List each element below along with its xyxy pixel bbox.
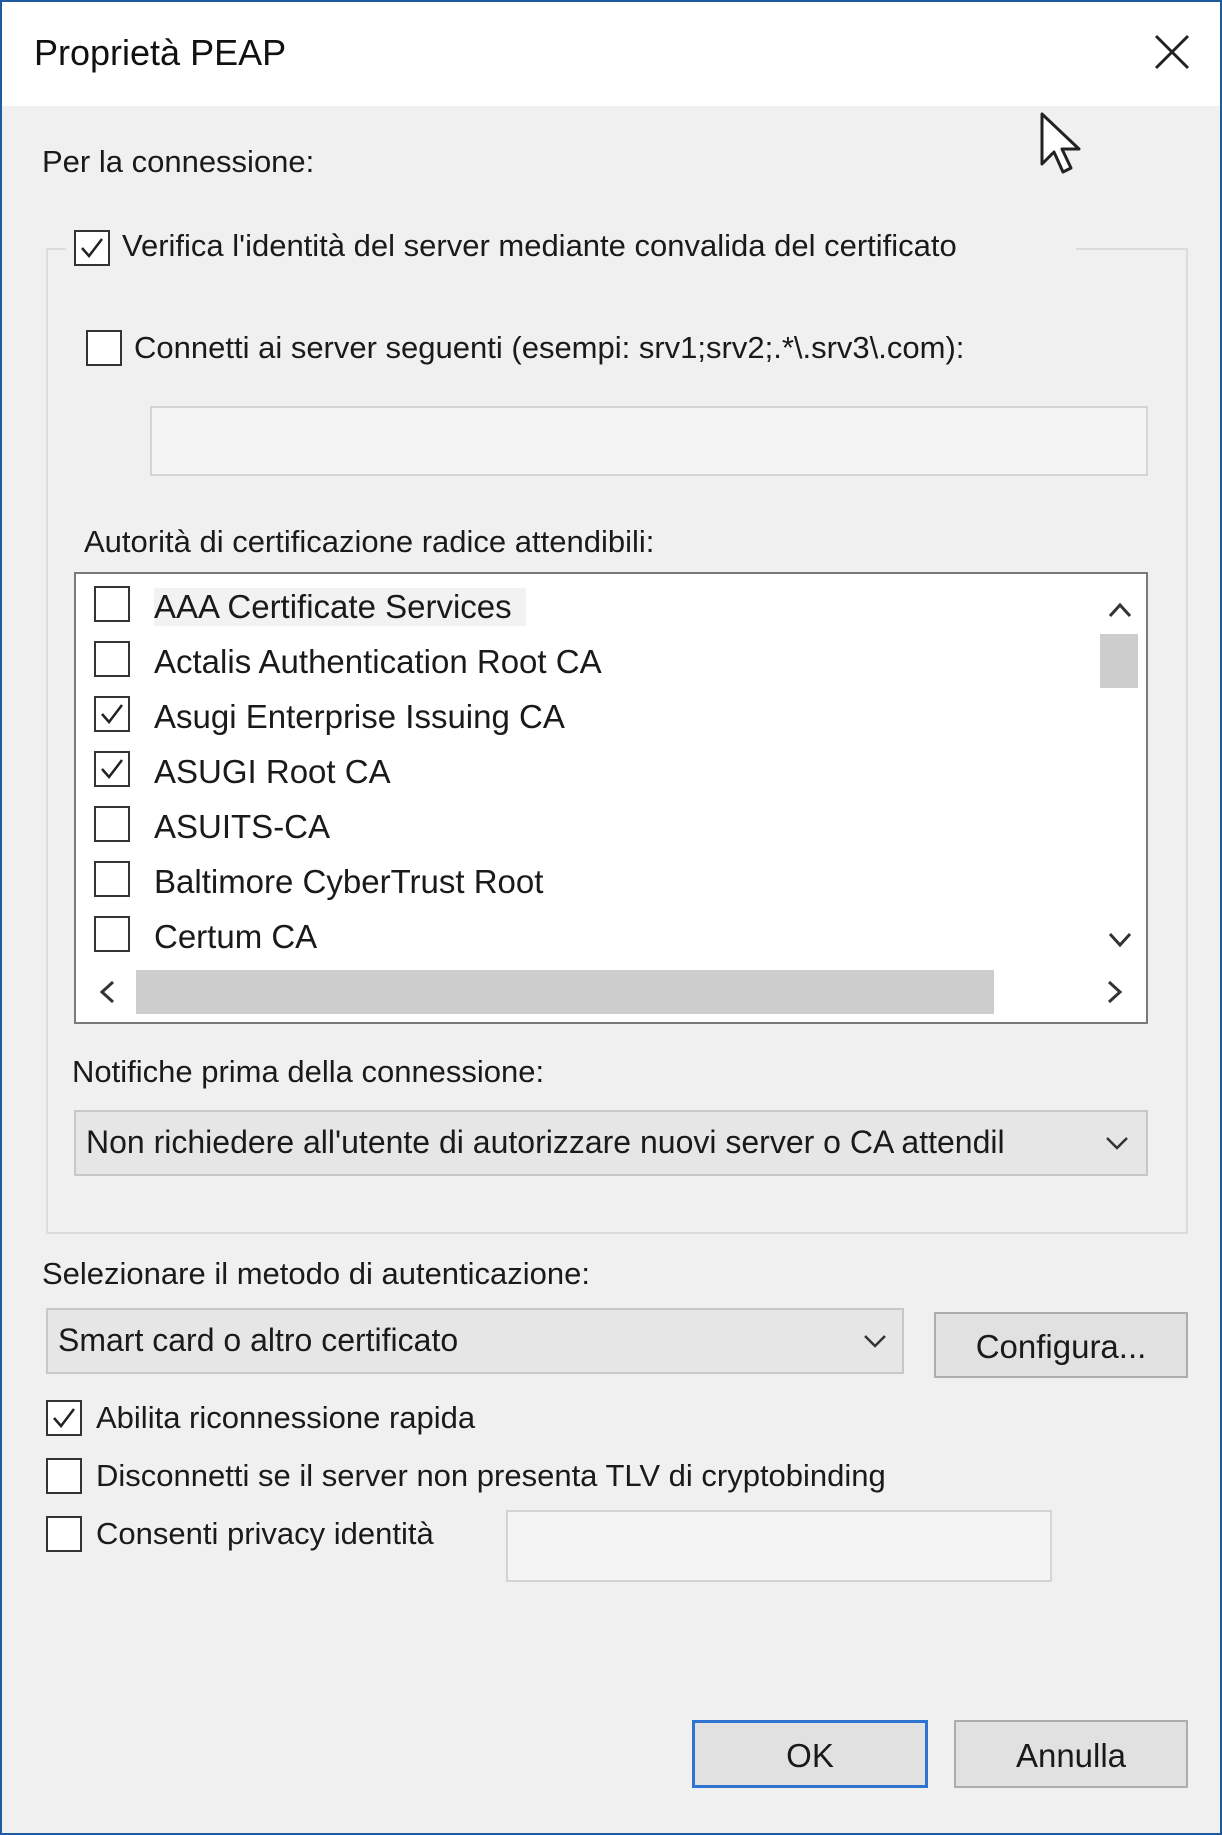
scroll-down-button[interactable]	[1100, 920, 1140, 960]
scroll-right-button[interactable]	[1094, 972, 1134, 1012]
connect-servers-checkbox[interactable]	[86, 330, 122, 366]
verify-server-checkbox[interactable]	[74, 230, 110, 266]
title-bar: Proprietà PEAP	[2, 2, 1220, 106]
root-ca-checkbox[interactable]	[94, 916, 130, 952]
fast-reconnect-label: Abilita riconnessione rapida	[96, 1400, 476, 1435]
scroll-up-button[interactable]	[1100, 590, 1140, 630]
chevron-down-icon	[1108, 932, 1132, 948]
verify-server-option[interactable]: Verifica l'identità del server mediante …	[66, 224, 1076, 270]
close-button[interactable]	[1140, 20, 1204, 84]
checkmark-icon	[53, 1408, 75, 1428]
checkmark-icon	[101, 759, 123, 779]
root-ca-checkbox[interactable]	[94, 751, 130, 787]
cryptobinding-option[interactable]: Disconnetti se il server non presenta TL…	[44, 1456, 1024, 1500]
notifications-heading: Notifiche prima della connessione:	[72, 1054, 545, 1089]
cancel-button[interactable]: Annulla	[954, 1720, 1188, 1788]
servers-input[interactable]	[150, 406, 1148, 476]
checkmark-icon	[81, 238, 103, 258]
root-ca-item[interactable]: Baltimore CyberTrust Root	[90, 855, 1090, 905]
identity-privacy-input[interactable]	[506, 1510, 1052, 1582]
horizontal-scroll-thumb[interactable]	[136, 970, 994, 1014]
configure-button-label: Configura...	[975, 1328, 1147, 1365]
chevron-left-icon	[99, 980, 115, 1004]
root-ca-item[interactable]: Certum CA	[90, 910, 1090, 960]
notifications-dropdown[interactable]: Non richiedere all'utente di autorizzare…	[74, 1110, 1148, 1176]
checkmark-icon	[101, 704, 123, 724]
notifications-selected-value: Non richiedere all'utente di autorizzare…	[86, 1124, 1005, 1160]
root-ca-item[interactable]: Actalis Authentication Root CA	[90, 635, 1090, 685]
mouse-pointer-icon	[1040, 112, 1081, 174]
root-ca-item[interactable]: Asugi Enterprise Issuing CA	[90, 690, 1090, 740]
chevron-down-icon	[1106, 1137, 1128, 1150]
identity-privacy-label: Consenti privacy identità	[96, 1516, 434, 1551]
chevron-down-icon	[864, 1335, 886, 1348]
identity-privacy-option[interactable]: Consenti privacy identità	[44, 1514, 484, 1558]
connect-servers-option[interactable]: Connetti ai server seguenti (esempi: srv…	[82, 328, 1122, 372]
fast-reconnect-option[interactable]: Abilita riconnessione rapida	[44, 1398, 644, 1442]
chevron-up-icon	[1108, 602, 1132, 618]
root-ca-name: AAA Certificate Services	[154, 588, 526, 626]
vertical-scroll-thumb[interactable]	[1100, 634, 1138, 688]
root-ca-checkbox[interactable]	[94, 586, 130, 622]
identity-privacy-checkbox[interactable]	[46, 1516, 82, 1552]
peap-properties-dialog: Proprietà PEAP Per la connessione: Verif…	[0, 0, 1222, 1835]
cryptobinding-checkbox[interactable]	[46, 1458, 82, 1494]
verify-server-label: Verifica l'identità del server mediante …	[122, 228, 957, 263]
root-ca-name: Certum CA	[154, 918, 318, 955]
root-ca-item[interactable]: AAA Certificate Services	[90, 580, 1090, 630]
root-ca-item[interactable]: ASUGI Root CA	[90, 745, 1090, 795]
auth-method-heading: Selezionare il metodo di autenticazione:	[42, 1256, 591, 1291]
scroll-left-button[interactable]	[88, 972, 128, 1012]
connect-servers-label: Connetti ai server seguenti (esempi: srv…	[134, 330, 965, 365]
window-title: Proprietà PEAP	[34, 32, 287, 73]
vertical-scrollbar[interactable]	[1092, 574, 1146, 964]
root-ca-item[interactable]: ASUITS-CA	[90, 800, 1090, 850]
close-icon	[1154, 34, 1190, 70]
ok-button[interactable]: OK	[692, 1720, 928, 1788]
root-ca-list[interactable]: AAA Certificate Services Actalis Authenti…	[74, 572, 1148, 1024]
auth-method-selected-value: Smart card o altro certificato	[58, 1322, 459, 1358]
horizontal-scrollbar[interactable]	[76, 964, 1146, 1022]
root-ca-checkbox[interactable]	[94, 861, 130, 897]
chevron-right-icon	[1107, 980, 1123, 1004]
root-ca-name: Baltimore CyberTrust Root	[154, 863, 544, 900]
root-ca-name: Actalis Authentication Root CA	[154, 643, 602, 680]
root-ca-checkbox[interactable]	[94, 641, 130, 677]
root-ca-heading: Autorità di certificazione radice attend…	[84, 524, 655, 559]
configure-button[interactable]: Configura...	[934, 1312, 1188, 1378]
cancel-button-label: Annulla	[1015, 1737, 1127, 1774]
ok-button-label: OK	[786, 1737, 834, 1774]
root-ca-name: ASUGI Root CA	[154, 753, 391, 790]
root-ca-name: Asugi Enterprise Issuing CA	[154, 698, 565, 735]
connection-heading: Per la connessione:	[42, 144, 315, 179]
auth-method-dropdown[interactable]: Smart card o altro certificato	[46, 1308, 904, 1374]
cryptobinding-label: Disconnetti se il server non presenta TL…	[96, 1458, 886, 1493]
fast-reconnect-checkbox[interactable]	[46, 1400, 82, 1436]
root-ca-checkbox[interactable]	[94, 806, 130, 842]
root-ca-checkbox[interactable]	[94, 696, 130, 732]
root-ca-name: ASUITS-CA	[154, 808, 331, 845]
